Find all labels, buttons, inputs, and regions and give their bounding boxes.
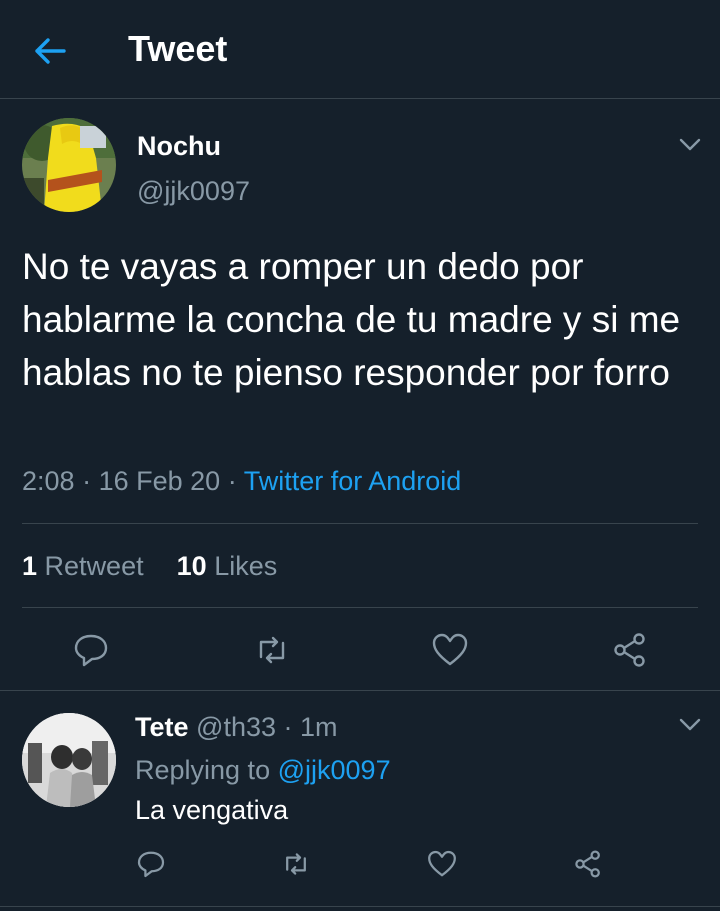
arrow-left-icon[interactable]: [30, 32, 68, 70]
heart-icon[interactable]: [430, 630, 470, 670]
author-handle[interactable]: @jjk0097: [137, 176, 250, 207]
tweet-source-link[interactable]: Twitter for Android: [244, 466, 462, 496]
retweet-label: Retweet: [44, 551, 144, 581]
share-icon[interactable]: [572, 848, 604, 880]
tweet-text: No te vayas a romper un dedo por hablarm…: [22, 246, 681, 393]
like-stat[interactable]: 10 Likes: [177, 551, 278, 581]
divider: [22, 523, 698, 524]
meta-separator: ·: [283, 712, 293, 742]
reply-text: La vengativa: [135, 795, 289, 825]
reply-author-name[interactable]: Tete: [135, 712, 189, 742]
meta-separator: ·: [82, 466, 92, 496]
page-title: Tweet: [128, 28, 228, 69]
tweet-stats: 1 Retweet 10 Likes: [22, 551, 277, 582]
divider: [0, 906, 720, 907]
avatar[interactable]: [22, 118, 116, 212]
reply-header: Tete @th33 · 1m: [135, 712, 338, 743]
like-count: 10: [176, 551, 207, 581]
heart-icon[interactable]: [426, 848, 458, 880]
retweet-stat[interactable]: 1 Retweet: [22, 551, 144, 581]
reply-icon[interactable]: [135, 848, 167, 880]
reply-author-handle[interactable]: @th33: [196, 712, 276, 742]
replying-to: Replying to @jjk0097: [135, 755, 391, 786]
divider: [22, 607, 698, 608]
replying-handle-link[interactable]: @jjk0097: [278, 755, 391, 785]
retweet-icon[interactable]: [252, 630, 292, 670]
reply-time: 1m: [300, 712, 338, 742]
divider: [0, 690, 720, 691]
like-label: Likes: [214, 551, 278, 581]
tweet-date: 16 Feb 20: [98, 466, 221, 496]
share-icon[interactable]: [610, 630, 650, 670]
author-name[interactable]: Nochu: [137, 131, 221, 162]
meta-separator: ·: [227, 466, 237, 496]
replying-prefix: Replying to: [135, 755, 271, 785]
top-bar: Tweet: [0, 0, 720, 99]
reply-icon[interactable]: [71, 630, 111, 670]
retweet-icon[interactable]: [280, 848, 312, 880]
tweet-meta: 2:08 · 16 Feb 20 · Twitter for Android: [22, 466, 461, 497]
tweet-time: 2:08: [22, 466, 75, 496]
reply-avatar[interactable]: [22, 713, 116, 807]
chevron-down-icon[interactable]: [679, 138, 701, 152]
retweet-count: 1: [22, 551, 38, 581]
chevron-down-icon[interactable]: [679, 718, 701, 732]
